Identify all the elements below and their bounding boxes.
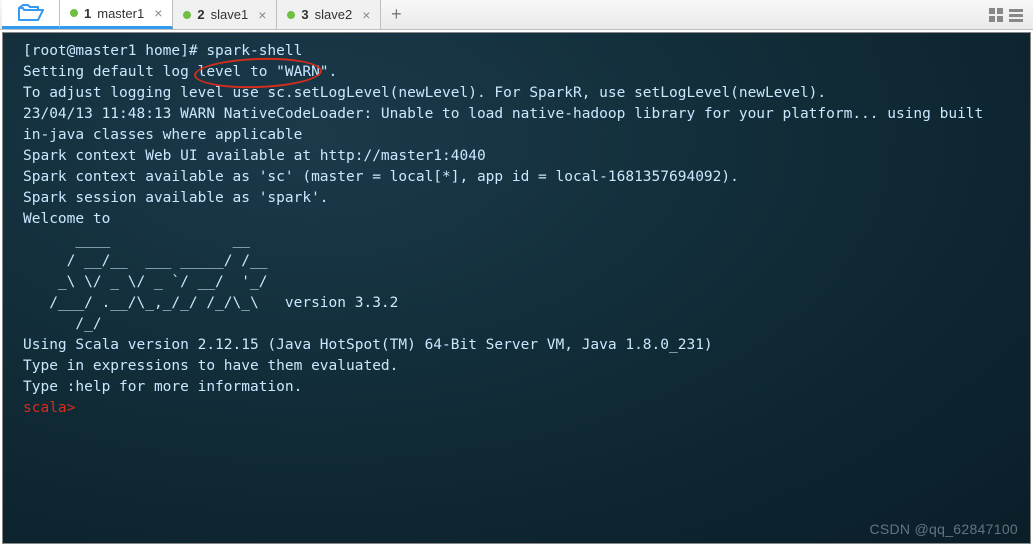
status-dot-icon	[287, 11, 295, 19]
tab-master1[interactable]: 1 master1 ×	[60, 0, 173, 29]
tab-label: slave1	[211, 7, 249, 22]
list-view-button[interactable]	[1007, 6, 1025, 24]
terminal[interactable]: [root@master1 home]# spark-shell Setting…	[2, 32, 1031, 544]
open-folder-button[interactable]	[2, 0, 60, 29]
tab-number: 3	[301, 7, 308, 22]
tab-bar: 1 master1 × 2 slave1 × 3 slave2 × +	[0, 0, 1033, 30]
ascii-art-line: _\ \/ _ \/ _ `/ __/ '_/	[3, 272, 1030, 293]
tab-slave2[interactable]: 3 slave2 ×	[277, 0, 381, 29]
close-icon[interactable]: ×	[154, 5, 162, 21]
terminal-line: To adjust logging level use sc.setLogLev…	[3, 83, 1030, 104]
scala-prompt: scala>	[3, 398, 1030, 419]
tab-slave1[interactable]: 2 slave1 ×	[173, 0, 277, 29]
terminal-line: Using Scala version 2.12.15 (Java HotSpo…	[3, 335, 1030, 356]
ascii-art-line: / __/__ ___ _____/ /__	[3, 251, 1030, 272]
ascii-art-line: /_/	[3, 314, 1030, 335]
view-mode-buttons	[987, 0, 1033, 29]
terminal-line: in-java classes where applicable	[3, 125, 1030, 146]
terminal-line: Type in expressions to have them evaluat…	[3, 356, 1030, 377]
ascii-art-line: /___/ .__/\_,_/_/ /_/\_\ version 3.3.2	[3, 293, 1030, 314]
folder-open-icon	[18, 4, 44, 22]
terminal-line: 23/04/13 11:48:13 WARN NativeCodeLoader:…	[3, 104, 1030, 125]
terminal-line: Spark context Web UI available at http:/…	[3, 146, 1030, 167]
grid-view-button[interactable]	[987, 6, 1005, 24]
status-dot-icon	[70, 9, 78, 17]
ascii-art-line: ____ __	[3, 230, 1030, 251]
list-icon	[1009, 8, 1023, 22]
tab-label: slave2	[315, 7, 353, 22]
status-dot-icon	[183, 11, 191, 19]
tab-number: 1	[84, 6, 91, 21]
add-tab-button[interactable]: +	[381, 0, 411, 29]
terminal-line: Spark context available as 'sc' (master …	[3, 167, 1030, 188]
tab-number: 2	[197, 7, 204, 22]
terminal-line: Setting default log level to "WARN".	[3, 62, 1030, 83]
close-icon[interactable]: ×	[258, 7, 266, 23]
terminal-line: Type :help for more information.	[3, 377, 1030, 398]
terminal-line: [root@master1 home]# spark-shell	[3, 41, 1030, 62]
plus-icon: +	[391, 4, 402, 25]
watermark: CSDN @qq_62847100	[869, 521, 1018, 537]
terminal-line: Spark session available as 'spark'.	[3, 188, 1030, 209]
tab-label: master1	[97, 6, 144, 21]
terminal-line: Welcome to	[3, 209, 1030, 230]
grid-icon	[989, 8, 1003, 22]
close-icon[interactable]: ×	[362, 7, 370, 23]
